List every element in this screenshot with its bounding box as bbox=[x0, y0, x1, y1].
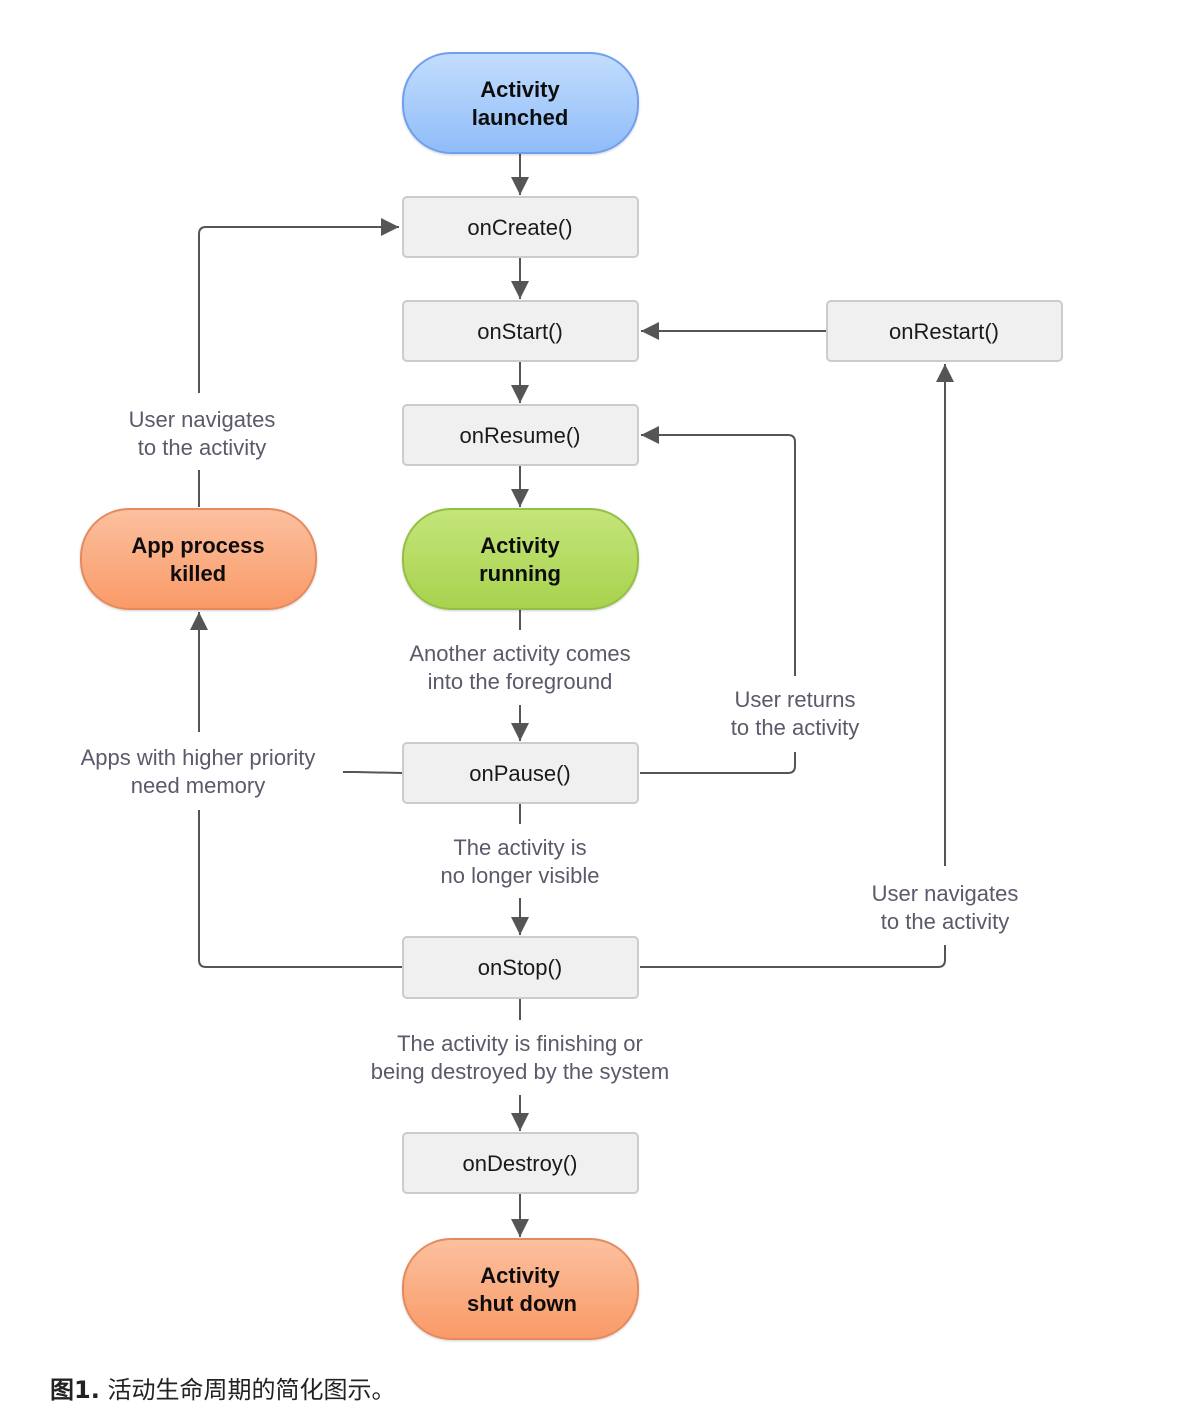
edge-onpause-to-apps-need-memory bbox=[343, 771, 403, 774]
label-another-activity-line2: into the foreground bbox=[428, 669, 613, 694]
label-user-navigates-left-line1: User navigates bbox=[129, 407, 276, 432]
label-user-returns-line2: to the activity bbox=[731, 715, 859, 740]
activity-lifecycle-diagram: Activity launched Activity running App p… bbox=[80, 52, 1063, 1340]
node-onresume: onResume() bbox=[402, 404, 639, 466]
label-no-longer-visible: The activity is no longer visible bbox=[441, 835, 600, 888]
node-onpause: onPause() bbox=[402, 742, 639, 804]
label-finishing-line2: being destroyed by the system bbox=[371, 1059, 669, 1084]
label-user-navigates-right-line2: to the activity bbox=[881, 909, 1009, 934]
node-activity-launched: Activity launched bbox=[402, 52, 639, 154]
label-no-longer-visible-line2: no longer visible bbox=[441, 863, 600, 888]
node-app-process-killed-line1: App process bbox=[131, 533, 264, 558]
node-activity-shut-down: Activity shut down bbox=[402, 1238, 639, 1340]
label-another-activity-line1: Another activity comes bbox=[409, 641, 630, 666]
node-onstop-label: onStop() bbox=[478, 955, 562, 980]
node-onrestart: onRestart() bbox=[826, 300, 1063, 362]
node-oncreate-label: onCreate() bbox=[467, 215, 572, 240]
label-no-longer-visible-line1: The activity is bbox=[453, 835, 586, 860]
label-finishing: The activity is finishing or being destr… bbox=[371, 1031, 669, 1084]
node-onrestart-label: onRestart() bbox=[889, 319, 999, 344]
node-activity-launched-line1: Activity bbox=[480, 77, 560, 102]
edge-user-navigates-to-oncreate bbox=[198, 218, 399, 393]
figure-number: 图1. bbox=[50, 1376, 100, 1404]
node-app-process-killed-line2: killed bbox=[170, 561, 226, 586]
edge-user-returns-to-onresume bbox=[641, 426, 796, 676]
figure-caption: 图1. 活动生命周期的简化图示。 bbox=[50, 1370, 395, 1405]
node-activity-running-line1: Activity bbox=[480, 533, 560, 558]
label-user-navigates-left: User navigates to the activity bbox=[129, 407, 276, 460]
node-onstop: onStop() bbox=[402, 936, 639, 999]
label-user-returns: User returns to the activity bbox=[731, 687, 859, 740]
label-apps-higher-priority: Apps with higher priority need memory bbox=[81, 745, 316, 798]
edge-onpause-to-onresume bbox=[640, 752, 796, 774]
label-user-navigates-right-line1: User navigates bbox=[872, 881, 1019, 906]
label-user-returns-line1: User returns bbox=[734, 687, 855, 712]
label-another-activity: Another activity comes into the foregrou… bbox=[409, 641, 630, 694]
node-activity-running-line2: running bbox=[479, 561, 561, 586]
node-app-process-killed: App process killed bbox=[80, 508, 317, 610]
label-apps-higher-priority-line2: need memory bbox=[131, 773, 266, 798]
edge-onstop-to-user-navigates bbox=[640, 945, 946, 968]
node-ondestroy-label: onDestroy() bbox=[463, 1151, 578, 1176]
figure-caption-text: 活动生命周期的简化图示。 bbox=[99, 1376, 396, 1404]
node-activity-shut-down-line2: shut down bbox=[467, 1291, 577, 1316]
label-user-navigates-right: User navigates to the activity bbox=[872, 881, 1019, 934]
edge-onstop-to-apps-need-memory bbox=[198, 810, 402, 968]
node-activity-launched-line2: launched bbox=[472, 105, 569, 130]
node-onpause-label: onPause() bbox=[469, 761, 571, 786]
label-finishing-line1: The activity is finishing or bbox=[397, 1031, 643, 1056]
label-user-navigates-left-line2: to the activity bbox=[138, 435, 266, 460]
node-onstart: onStart() bbox=[402, 300, 639, 362]
node-activity-shut-down-line1: Activity bbox=[480, 1263, 560, 1288]
node-ondestroy: onDestroy() bbox=[402, 1132, 639, 1194]
label-apps-higher-priority-line1: Apps with higher priority bbox=[81, 745, 316, 770]
node-onresume-label: onResume() bbox=[459, 423, 580, 448]
node-onstart-label: onStart() bbox=[477, 319, 563, 344]
node-oncreate: onCreate() bbox=[402, 196, 639, 258]
node-activity-running: Activity running bbox=[402, 508, 639, 610]
